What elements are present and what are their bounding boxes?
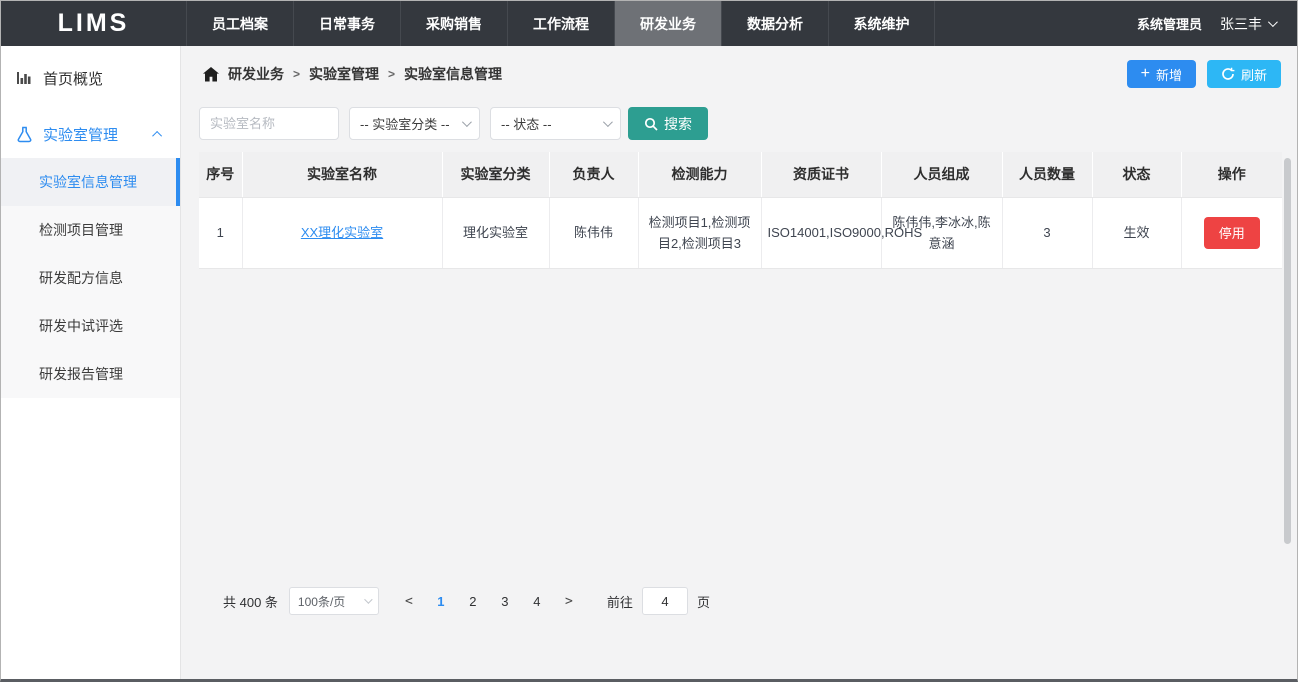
sidebar-item-label: 首页概览 [43, 68, 103, 89]
user-menu[interactable]: 张三丰 [1220, 14, 1275, 34]
app-window: LIMS 员工档案 日常事务 采购销售 工作流程 研发业务 数据分析 系统维护 … [0, 0, 1298, 682]
flask-icon [16, 126, 33, 143]
goto-label: 前往 [607, 592, 633, 611]
home-icon [203, 67, 219, 82]
table-header-row: 序号 实验室名称 实验室分类 负责人 检测能力 资质证书 人员组成 人员数量 状… [199, 152, 1282, 197]
nav-tab-rd-business[interactable]: 研发业务 [614, 1, 721, 46]
cell-certs: ISO14001,ISO9000,ROHS [761, 197, 881, 268]
main-content: 研发业务 > 实验室管理 > 实验室信息管理 + 新增 [181, 46, 1297, 679]
user-name-label: 张三丰 [1220, 14, 1262, 34]
lab-table: 序号 实验室名称 实验室分类 负责人 检测能力 资质证书 人员组成 人员数量 状… [199, 152, 1282, 269]
breadcrumb: 研发业务 > 实验室管理 > 实验室信息管理 [203, 64, 502, 84]
pagination: 共 400 条 100条/页 < 1 2 3 4 > 前往 页 [223, 587, 710, 615]
col-header-lab-name: 实验室名称 [242, 152, 442, 197]
plus-icon: + [1141, 66, 1150, 82]
main-menu: 员工档案 日常事务 采购销售 工作流程 研发业务 数据分析 系统维护 [186, 1, 935, 46]
chevron-up-icon [152, 130, 162, 140]
cell-owner: 陈伟伟 [549, 197, 638, 268]
sidebar-item-home-overview[interactable]: 首页概览 [1, 54, 180, 102]
breadcrumb-separator: > [388, 67, 395, 81]
sidebar-item-rd-pilot-selection[interactable]: 研发中试评选 [1, 302, 180, 350]
filter-bar: -- 实验室分类 -- -- 状态 -- 搜索 [199, 107, 1281, 140]
breadcrumb-separator: > [293, 67, 300, 81]
page-number-2[interactable]: 2 [457, 594, 489, 609]
col-header-status: 状态 [1092, 152, 1181, 197]
chevron-down-icon [603, 117, 613, 127]
vertical-scrollbar[interactable] [1284, 158, 1291, 544]
sidebar-item-rd-formula-info[interactable]: 研发配方信息 [1, 254, 180, 302]
goto-unit-label: 页 [697, 592, 710, 611]
user-area: 系统管理员 张三丰 [1137, 1, 1297, 46]
col-header-certs: 资质证书 [761, 152, 881, 197]
nav-tab-employee-archive[interactable]: 员工档案 [186, 1, 293, 46]
toolbar-actions: + 新增 刷新 [1127, 60, 1281, 88]
toolbar: 研发业务 > 实验室管理 > 实验室信息管理 + 新增 [199, 46, 1281, 102]
search-icon [644, 117, 658, 131]
cell-count: 3 [1002, 197, 1092, 268]
col-header-index: 序号 [199, 152, 242, 197]
goto-page: 前往 页 [607, 587, 710, 615]
page-number-1[interactable]: 1 [425, 594, 457, 609]
col-header-capability: 检测能力 [638, 152, 761, 197]
col-header-members: 人员组成 [881, 152, 1002, 197]
next-page-button[interactable]: > [553, 594, 585, 609]
page-number-3[interactable]: 3 [489, 594, 521, 609]
sidebar-group-label: 实验室管理 [43, 124, 145, 145]
breadcrumb-item[interactable]: 实验室信息管理 [404, 64, 502, 84]
lab-name-link[interactable]: XX理化实验室 [301, 225, 383, 240]
top-navbar: LIMS 员工档案 日常事务 采购销售 工作流程 研发业务 数据分析 系统维护 … [1, 1, 1297, 46]
page-nav: < 1 2 3 4 > [393, 594, 585, 609]
prev-page-button[interactable]: < [393, 594, 425, 609]
bar-chart-icon [16, 70, 33, 86]
refresh-button[interactable]: 刷新 [1207, 60, 1281, 88]
lab-category-select[interactable]: -- 实验室分类 -- [349, 107, 480, 140]
nav-tab-system-maintenance[interactable]: 系统维护 [828, 1, 935, 46]
nav-tab-daily-affairs[interactable]: 日常事务 [293, 1, 400, 46]
page-number-4[interactable]: 4 [521, 594, 553, 609]
add-button[interactable]: + 新增 [1127, 60, 1196, 88]
status-select[interactable]: -- 状态 -- [490, 107, 621, 140]
search-button[interactable]: 搜索 [628, 107, 708, 140]
breadcrumb-item[interactable]: 研发业务 [228, 64, 284, 84]
breadcrumb-item[interactable]: 实验室管理 [309, 64, 379, 84]
table-row: 1 XX理化实验室 理化实验室 陈伟伟 检测项目1,检测项目2,检测项目3 IS… [199, 197, 1282, 268]
disable-button[interactable]: 停用 [1204, 217, 1260, 249]
cell-capability: 检测项目1,检测项目2,检测项目3 [638, 197, 761, 268]
refresh-icon [1221, 67, 1235, 81]
chevron-down-icon [1268, 17, 1278, 27]
page-size-select[interactable]: 100条/页 [289, 587, 379, 615]
col-header-category: 实验室分类 [442, 152, 549, 197]
col-header-owner: 负责人 [549, 152, 638, 197]
app-logo: LIMS [1, 1, 186, 46]
sidebar-item-lab-info-management[interactable]: 实验室信息管理 [1, 158, 180, 206]
sidebar-group-lab-management[interactable]: 实验室管理 [1, 110, 180, 158]
nav-tab-data-analysis[interactable]: 数据分析 [721, 1, 828, 46]
goto-page-input[interactable] [642, 587, 688, 615]
chevron-down-icon [462, 117, 472, 127]
col-header-count: 人员数量 [1002, 152, 1092, 197]
sidebar-submenu: 实验室信息管理 检测项目管理 研发配方信息 研发中试评选 研发报告管理 [1, 158, 180, 398]
nav-tab-purchase-sales[interactable]: 采购销售 [400, 1, 507, 46]
sidebar-item-test-project-management[interactable]: 检测项目管理 [1, 206, 180, 254]
lab-name-input[interactable] [199, 107, 339, 140]
user-role-label: 系统管理员 [1137, 14, 1202, 33]
cell-status: 生效 [1092, 197, 1181, 268]
sidebar: 首页概览 实验室管理 实验室信息管理 检测项目管理 研发配方信息 研发中试评选 … [1, 46, 181, 679]
nav-tab-workflow[interactable]: 工作流程 [507, 1, 614, 46]
chevron-down-icon [364, 595, 372, 603]
cell-index: 1 [199, 197, 242, 268]
total-count-label: 共 400 条 [223, 592, 278, 611]
sidebar-item-rd-report-management[interactable]: 研发报告管理 [1, 350, 180, 398]
cell-category: 理化实验室 [442, 197, 549, 268]
col-header-actions: 操作 [1181, 152, 1282, 197]
